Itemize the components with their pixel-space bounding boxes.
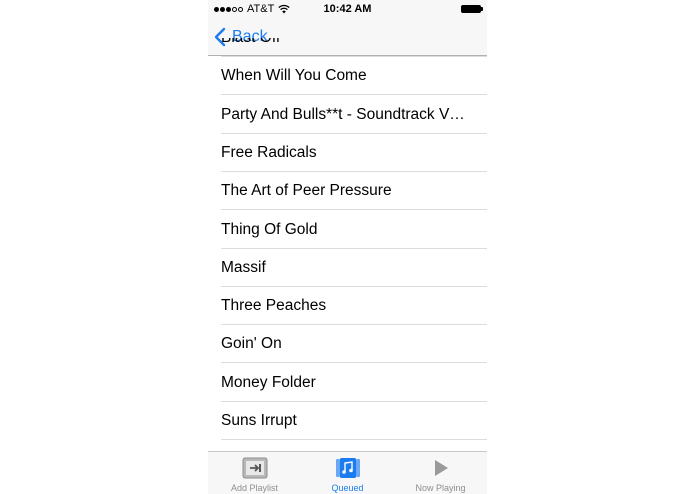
song-row[interactable]: Thing Of Gold <box>208 211 487 249</box>
tab-queued[interactable]: Queued <box>301 452 394 494</box>
play-icon <box>434 460 448 476</box>
song-title: Party And Bulls**t - Soundtrack V… <box>221 105 465 123</box>
song-title: The Art of Peer Pressure <box>221 182 392 200</box>
tab-label-queued: Queued <box>331 483 364 493</box>
song-title: When Will You Come <box>221 67 367 85</box>
add-playlist-icon <box>242 457 267 479</box>
song-row[interactable]: Blast Off <box>208 38 487 57</box>
tab-label-now-playing: Now Playing <box>415 483 466 493</box>
status-bar: AT&T 10:42 AM <box>208 0 487 18</box>
song-row[interactable]: Massif <box>208 249 487 287</box>
song-row[interactable]: Goin' On <box>208 325 487 364</box>
tab-add-playlist[interactable]: Add Playlist <box>208 452 301 494</box>
song-title: Blast Off <box>221 38 475 47</box>
song-row[interactable]: When Will You Come <box>208 57 487 96</box>
song-list[interactable]: Blast Off When Will You Come Party And Bul… <box>208 38 487 451</box>
app-screen: AT&T 10:42 AM Back Blast OffWhen Will Yo… <box>208 0 487 494</box>
song-title: Three Peaches <box>221 297 327 315</box>
song-row[interactable]: The Art of Peer Pressure <box>208 172 487 211</box>
tab-now-playing[interactable]: Now Playing <box>394 452 487 494</box>
song-row[interactable]: Money Folder <box>208 364 487 402</box>
song-title: Goin' On <box>221 335 282 353</box>
status-time: 10:42 AM <box>323 3 372 15</box>
song-title: Massif <box>221 258 266 276</box>
song-row[interactable]: Party And Bulls**t - Soundtrack V… <box>208 96 487 134</box>
battery-icon <box>461 5 483 13</box>
song-row[interactable]: Suns Irrupt <box>208 402 487 440</box>
row-divider <box>221 439 487 440</box>
song-title: Free Radicals <box>221 143 317 161</box>
song-title: Money Folder <box>221 373 316 391</box>
song-row[interactable]: Free Radicals <box>208 134 487 172</box>
tab-bar: Add Playlist Queued Now Playing <box>208 451 487 494</box>
song-title: Suns Irrupt <box>221 412 297 429</box>
song-title: Thing Of Gold <box>221 220 318 238</box>
tab-label-add-playlist: Add Playlist <box>230 483 279 493</box>
song-row[interactable]: Three Peaches <box>208 287 487 326</box>
queued-music-icon <box>335 458 360 478</box>
